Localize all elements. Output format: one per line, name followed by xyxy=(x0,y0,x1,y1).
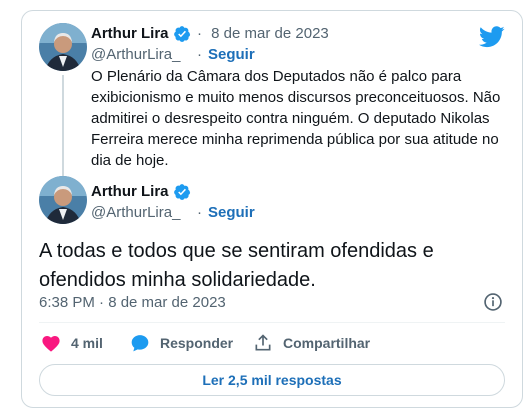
reply-button[interactable]: Responder xyxy=(130,332,233,354)
read-replies-button[interactable]: Ler 2,5 mil respostas xyxy=(39,364,505,396)
speech-bubble-icon xyxy=(131,335,149,352)
separator: · xyxy=(197,25,202,42)
author-name[interactable]: Arthur Lira xyxy=(91,183,169,200)
follow-button[interactable]: Seguir xyxy=(208,46,255,63)
tweet-text: A todas e todos que se sentiram ofendida… xyxy=(39,240,434,291)
like-count: 4 mil xyxy=(71,335,103,351)
info-icon[interactable] xyxy=(483,292,503,312)
tweet-embed-card: Arthur Lira · 8 de mar de 2023 @ArthurLi… xyxy=(21,10,523,408)
separator: · xyxy=(197,46,202,63)
tweet-timestamp[interactable]: 6:38 PM · 8 de mar de 2023 xyxy=(39,294,226,311)
like-button[interactable]: 4 mil xyxy=(41,332,103,354)
share-upload-icon xyxy=(255,334,271,351)
author-handle[interactable]: @ArthurLira_ xyxy=(91,204,180,221)
thread-connector xyxy=(62,75,64,177)
date-text: 8 de mar de 2023 xyxy=(211,25,329,42)
reply-label: Responder xyxy=(160,335,234,351)
avatar[interactable] xyxy=(39,23,87,71)
verified-badge-icon xyxy=(174,184,191,200)
share-label: Compartilhar xyxy=(283,335,371,351)
divider xyxy=(39,322,505,323)
author-name[interactable]: Arthur Lira xyxy=(91,25,169,42)
follow-button[interactable]: Seguir xyxy=(208,204,255,221)
tweet-date[interactable]: · 8 de mar de 2023 xyxy=(197,25,329,42)
avatar[interactable] xyxy=(39,176,87,224)
author-handle[interactable]: @ArthurLira_ xyxy=(91,46,180,63)
tweet-text: O Plenário da Câmara dos Deputados não é… xyxy=(91,68,501,169)
twitter-bird-icon[interactable] xyxy=(479,26,505,48)
share-button[interactable]: Compartilhar xyxy=(253,332,370,354)
heart-icon xyxy=(42,336,60,352)
verified-badge-icon xyxy=(174,26,191,42)
separator: · xyxy=(197,204,202,221)
